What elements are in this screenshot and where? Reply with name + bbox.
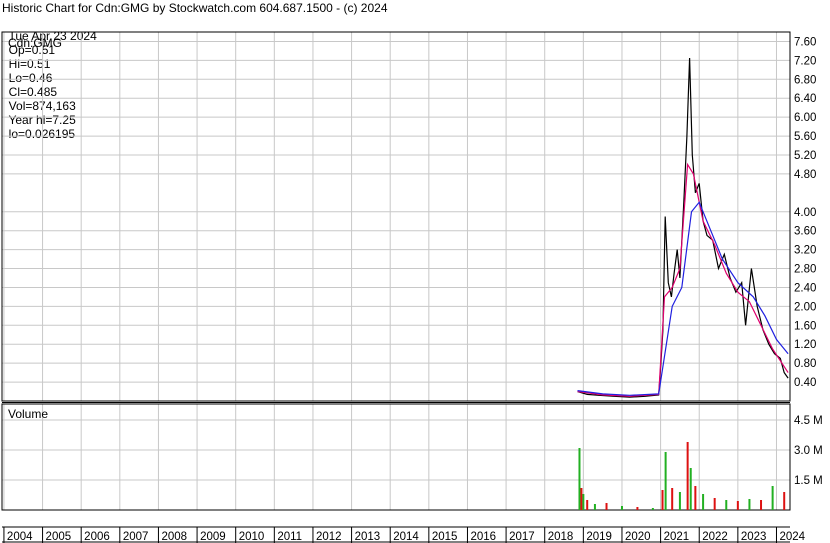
- volume-bar: [664, 452, 667, 510]
- x-tick-label: 2018: [548, 531, 574, 543]
- x-tick-label: 2009: [200, 531, 226, 543]
- volume-bar: [783, 492, 786, 510]
- volume-bar: [580, 488, 583, 510]
- x-tick-label: 2022: [702, 531, 728, 543]
- volume-bar: [586, 500, 589, 510]
- x-tick-label: 2005: [46, 531, 72, 543]
- volume-bar: [702, 494, 705, 510]
- volume-bar: [748, 499, 751, 510]
- x-tick-label: 2011: [277, 531, 302, 543]
- x-tick-label: 2006: [84, 531, 110, 543]
- price-panel-label: Cdn:GMG: [8, 36, 62, 50]
- y-tick-label: 2.80: [794, 264, 816, 276]
- y-tick-label: 1.60: [794, 320, 816, 332]
- volume-panel-label: Volume: [8, 407, 48, 421]
- volume-bar: [578, 448, 581, 510]
- x-tick-label: 2016: [470, 531, 496, 543]
- y-tick-label: 5.20: [794, 150, 816, 162]
- volume-bar: [605, 503, 608, 510]
- volume-bar: [651, 508, 654, 510]
- x-tick-label: 2004: [7, 531, 33, 543]
- volume-bar: [725, 500, 728, 510]
- y-tick-label: 3.0 M: [794, 445, 823, 457]
- volume-bar: [678, 492, 681, 510]
- volume-bar: [671, 488, 674, 510]
- volume-bar: [760, 500, 763, 510]
- y-tick-label: 7.60: [794, 36, 816, 48]
- x-tick-label: 2013: [355, 531, 381, 543]
- y-tick-label: 5.60: [794, 131, 816, 143]
- y-tick-label: 0.80: [794, 358, 816, 370]
- y-tick-label: 6.80: [794, 74, 816, 86]
- volume-bar: [636, 507, 639, 510]
- y-tick-label: 4.5 M: [794, 415, 823, 427]
- y-tick-label: 4.00: [794, 207, 816, 219]
- x-tick-label: 2021: [664, 531, 690, 543]
- volume-bar: [620, 506, 623, 510]
- y-tick-label: 6.40: [794, 93, 816, 105]
- volume-bar: [689, 468, 692, 510]
- x-tick-label: 2008: [161, 531, 187, 543]
- x-tick-label: 2012: [316, 531, 342, 543]
- volume-bar: [686, 442, 689, 510]
- y-tick-label: 1.20: [794, 339, 816, 351]
- y-tick-label: 3.60: [794, 226, 816, 238]
- y-tick-label: 4.80: [794, 169, 816, 181]
- stock-chart: 2004 2005 2006 2007 2008 2009 2010 2011 2012 2013…: [1, 31, 823, 543]
- y-tick-label: 0.40: [794, 377, 816, 389]
- x-tick-label: 2014: [393, 531, 419, 543]
- volume-bar: [661, 490, 664, 510]
- volume-bar: [582, 494, 585, 510]
- x-tick-label: 2020: [625, 531, 651, 543]
- x-tick-label: 2007: [123, 531, 149, 543]
- volume-bar: [593, 504, 596, 510]
- y-tick-label: 7.20: [794, 55, 816, 67]
- x-tick-label: 2017: [509, 531, 535, 543]
- volume-bar: [736, 501, 739, 510]
- volume-bar: [771, 486, 774, 510]
- volume-bar: [694, 486, 697, 510]
- volume-bar: [713, 498, 716, 510]
- x-tick-label: 2024: [779, 531, 805, 543]
- x-tick-label: 2015: [432, 531, 458, 543]
- x-tick-label: 2023: [741, 531, 767, 543]
- x-tick-label: 2010: [239, 531, 265, 543]
- x-tick-label: 2019: [586, 531, 612, 543]
- y-tick-label: 1.5 M: [794, 475, 823, 487]
- y-tick-label: 6.00: [794, 112, 816, 124]
- y-tick-label: 2.00: [794, 301, 816, 313]
- y-tick-label: 2.40: [794, 282, 816, 294]
- y-tick-label: 3.20: [794, 245, 816, 257]
